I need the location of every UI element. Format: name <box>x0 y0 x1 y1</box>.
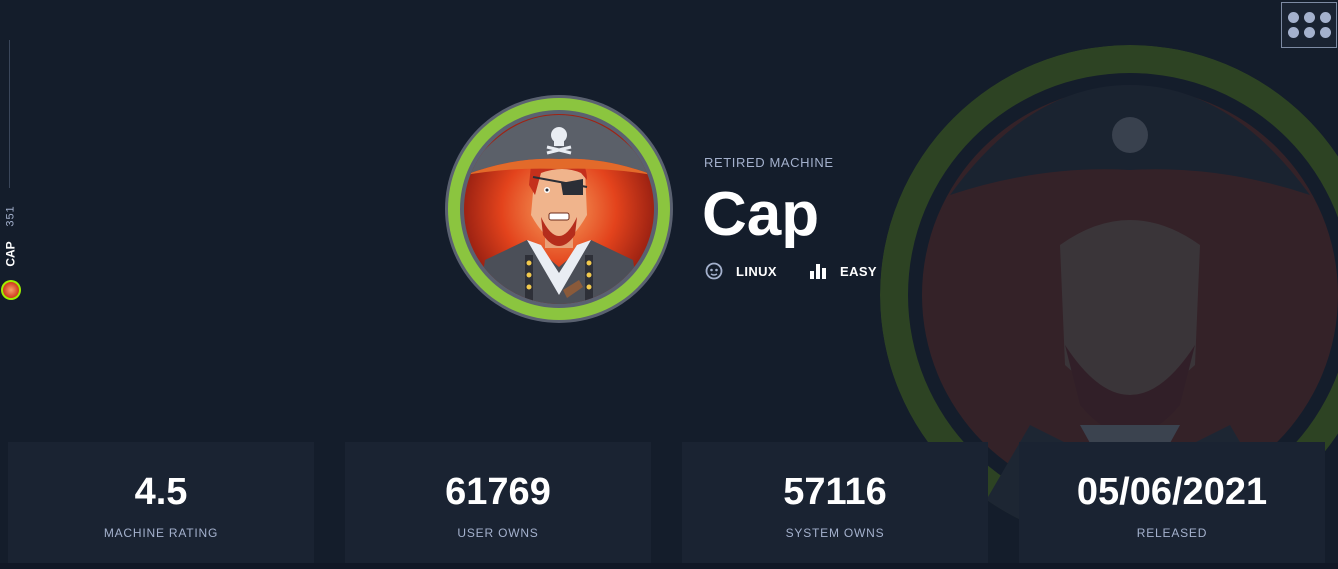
stat-value: 61769 <box>445 471 551 513</box>
os-tag: LINUX <box>705 262 777 280</box>
stat-card-system-owns: 57116 SYSTEM OWNS <box>682 442 988 563</box>
linux-icon <box>705 262 723 280</box>
rail-machine-label[interactable]: CAP <box>2 238 20 270</box>
machine-status: RETIRED MACHINE <box>704 155 834 170</box>
stat-card-rating: 4.5 MACHINE RATING <box>8 442 314 563</box>
stat-value: 4.5 <box>134 471 188 513</box>
difficulty-tag: EASY <box>809 262 877 280</box>
stat-card-user-owns: 61769 USER OWNS <box>345 442 651 563</box>
rail-avatar[interactable] <box>1 280 21 300</box>
stat-label: USER OWNS <box>457 526 539 540</box>
difficulty-bars-icon <box>810 264 826 279</box>
stats-row: 4.5 MACHINE RATING 61769 USER OWNS 57116… <box>8 442 1326 563</box>
stat-value: 57116 <box>783 471 887 513</box>
stat-value: 05/06/2021 <box>1076 471 1268 513</box>
difficulty-label: EASY <box>840 263 878 279</box>
os-label: LINUX <box>736 263 777 279</box>
stat-label: RELEASED <box>1136 526 1208 540</box>
machine-avatar <box>445 95 673 323</box>
bottom-divider <box>0 563 1338 569</box>
rail-machine-number: 351 <box>5 205 18 227</box>
machine-name: Cap <box>702 180 820 249</box>
apps-menu-button[interactable] <box>1281 2 1337 48</box>
machine-tags: LINUX EASY <box>705 260 909 282</box>
stat-card-released: 05/06/2021 RELEASED <box>1019 442 1325 563</box>
apps-grid-icon <box>1287 12 1299 23</box>
stat-label: MACHINE RATING <box>103 526 219 540</box>
stat-label: SYSTEM OWNS <box>785 526 885 540</box>
rail-divider <box>9 40 10 188</box>
